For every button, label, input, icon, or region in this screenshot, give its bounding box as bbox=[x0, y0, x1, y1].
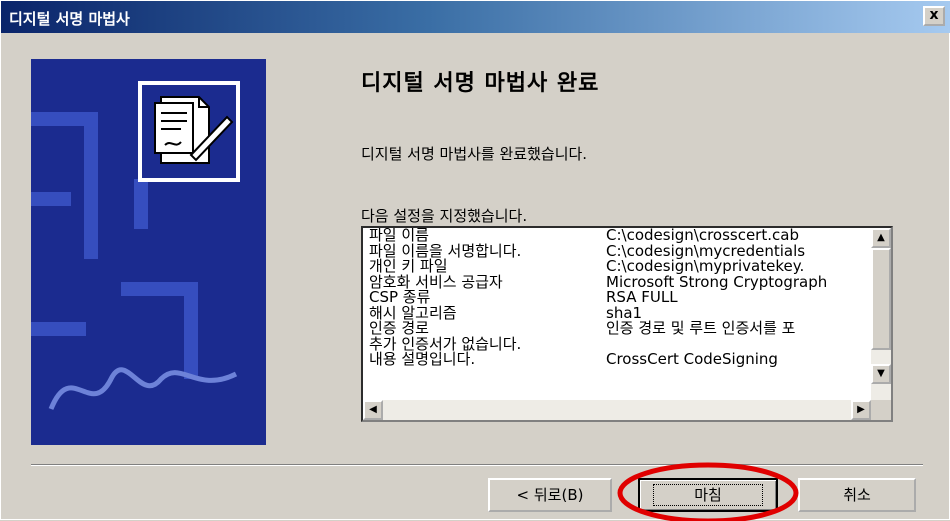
setting-name: 내용 설명입니다. bbox=[369, 350, 476, 368]
wizard-window: 디지털 서명 마법사 x 디지털 서명 마법사 완료 디지털 서명 마법사를 완… bbox=[0, 0, 950, 521]
scrollbar-corner bbox=[871, 400, 891, 420]
wizard-heading: 디지털 서명 마법사 완료 bbox=[361, 71, 600, 96]
settings-list[interactable]: 파일 이름 C:\codesign\crosscert.cab 파일 이름을 서명… bbox=[361, 226, 893, 422]
settings-rows: 파일 이름 C:\codesign\crosscert.cab 파일 이름을 서명… bbox=[363, 228, 863, 406]
settings-label: 다음 설정을 지정했습니다. bbox=[361, 207, 528, 225]
vertical-scroll-thumb[interactable] bbox=[871, 248, 891, 350]
setting-value: 인증 경로 및 루트 인증서를 포 bbox=[606, 319, 796, 337]
separator-line bbox=[31, 464, 923, 466]
finish-button[interactable]: 마침 bbox=[638, 478, 778, 512]
finish-button-label: 마침 bbox=[653, 484, 763, 506]
completed-message: 디지털 서명 마법사를 완료했습니다. bbox=[361, 145, 588, 163]
cancel-button[interactable]: 취소 bbox=[798, 478, 916, 512]
scroll-up-button[interactable]: ▲ bbox=[871, 228, 891, 248]
title-bar[interactable]: 디지털 서명 마법사 x bbox=[1, 1, 950, 33]
scroll-left-button[interactable]: ◀ bbox=[363, 400, 383, 420]
list-item[interactable]: 내용 설명입니다. CrossCert CodeSigning bbox=[363, 350, 863, 368]
close-button[interactable]: x bbox=[923, 6, 945, 26]
scroll-down-button[interactable]: ▼ bbox=[871, 364, 891, 384]
horizontal-scrollbar[interactable]: ◀ ▶ bbox=[363, 400, 871, 420]
back-button[interactable]: < 뒤로(B) bbox=[488, 478, 612, 512]
document-sign-icon bbox=[138, 81, 240, 182]
window-title: 디지털 서명 마법사 bbox=[9, 10, 130, 28]
wizard-banner bbox=[31, 59, 266, 445]
setting-value: CrossCert CodeSigning bbox=[606, 350, 778, 368]
scroll-right-button[interactable]: ▶ bbox=[851, 400, 871, 420]
vertical-scrollbar[interactable]: ▲ ▼ bbox=[871, 228, 891, 404]
